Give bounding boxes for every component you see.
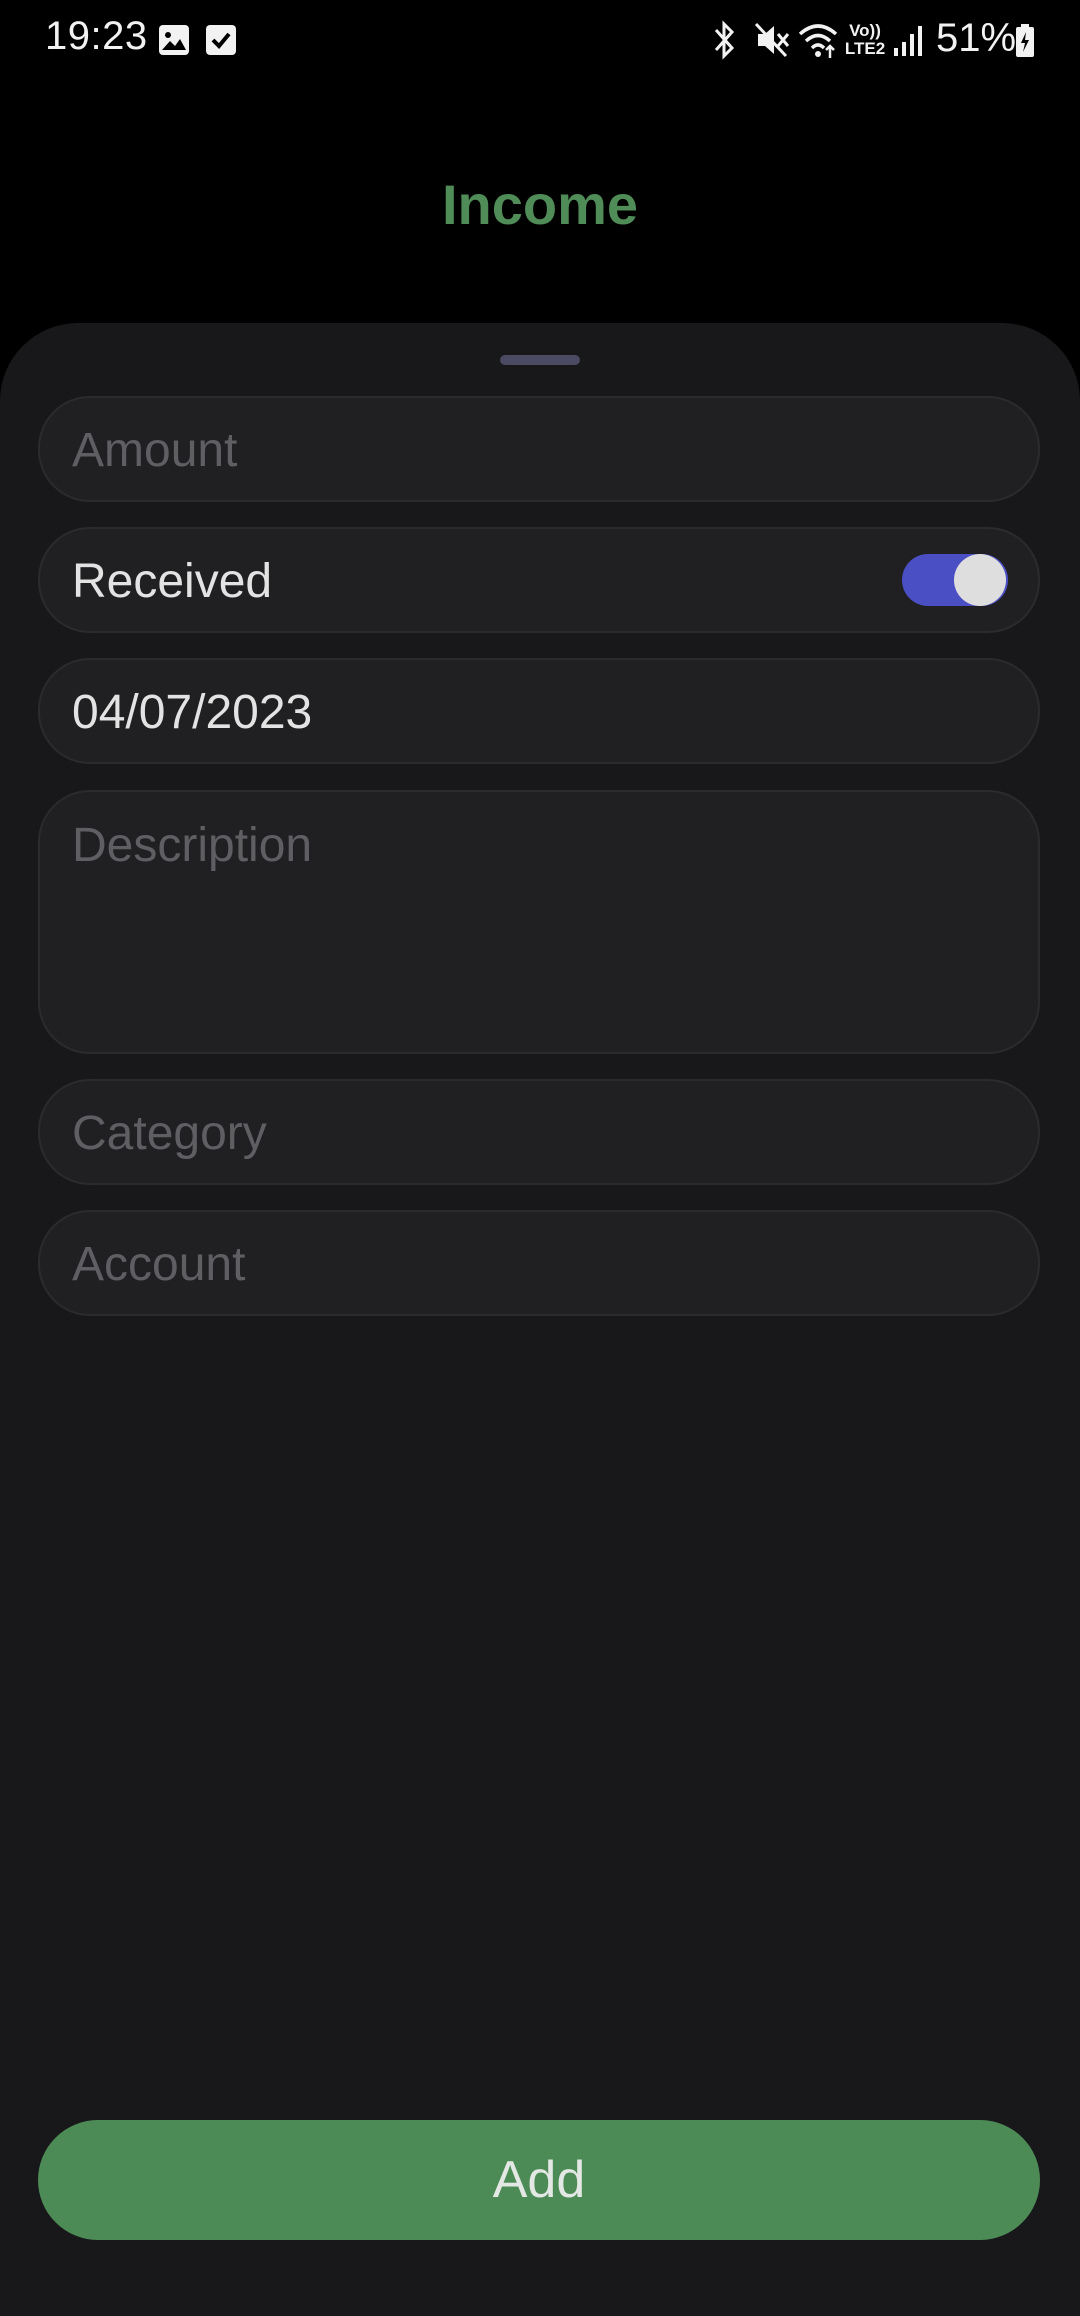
status-time: 19:23 (45, 14, 148, 58)
account-field[interactable]: Account (38, 1210, 1040, 1316)
signal-icon (894, 26, 922, 56)
status-bar: 19:23 Vo)) LTE2 51% (0, 0, 1080, 80)
drag-handle[interactable] (500, 355, 580, 365)
received-toggle[interactable] (902, 554, 1008, 606)
add-button[interactable]: Add (38, 2120, 1040, 2240)
gallery-icon (159, 25, 189, 55)
toggle-knob (954, 554, 1006, 606)
bottom-sheet: Amount Received 04/07/2023 Description C… (0, 323, 1080, 2316)
battery-charging-icon (1016, 24, 1034, 57)
volte-line-1: Vo)) (849, 21, 881, 40)
description-field[interactable]: Description (38, 790, 1040, 1054)
mute-icon (754, 22, 790, 58)
account-placeholder: Account (72, 1238, 246, 1291)
volte-line-2: LTE2 (844, 39, 886, 58)
wifi-icon (798, 24, 838, 58)
category-placeholder: Category (72, 1107, 267, 1160)
amount-field[interactable]: Amount (38, 396, 1040, 502)
date-field[interactable]: 04/07/2023 (38, 658, 1040, 764)
screen-title: Income (441, 173, 639, 236)
category-field[interactable]: Category (38, 1079, 1040, 1185)
received-label: Received (72, 555, 273, 608)
received-row: Received (38, 527, 1040, 633)
amount-placeholder: Amount (72, 424, 238, 477)
bluetooth-icon (714, 20, 735, 60)
checkbox-icon (206, 25, 236, 55)
date-value: 04/07/2023 (72, 686, 313, 739)
description-placeholder: Description (72, 819, 313, 872)
volte-icon: Vo)) LTE2 (842, 22, 888, 62)
battery-percent: 51% (936, 16, 1017, 60)
